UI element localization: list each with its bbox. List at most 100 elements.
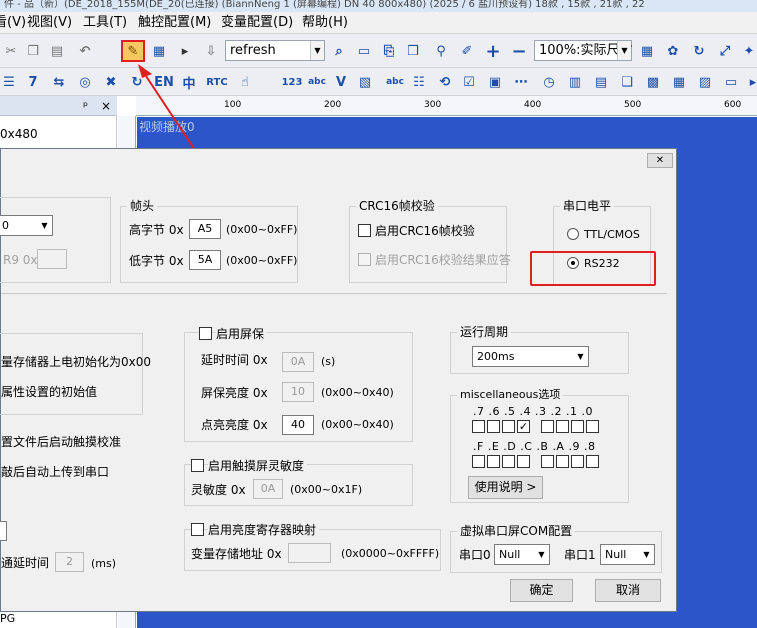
zoom-select[interactable]: 100%:实际尺寸 ▼	[534, 40, 633, 61]
page-icon[interactable]: ▸	[176, 42, 194, 60]
clock-icon[interactable]: ◷	[540, 73, 558, 91]
delay-time-input[interactable]: 0A	[282, 352, 314, 372]
export-icon[interactable]: ⎘	[380, 42, 398, 60]
tools-icon[interactable]: ✖	[102, 73, 120, 91]
low-byte-input[interactable]: 5A	[189, 250, 221, 270]
lock-icon[interactable]: ▨	[696, 73, 714, 91]
misc-bit-checkbox[interactable]	[502, 420, 515, 433]
block-icon[interactable]: ▤	[592, 73, 610, 91]
misc-bit-checkbox[interactable]	[472, 455, 485, 468]
color-icon[interactable]: ✿	[664, 42, 682, 60]
port0-select[interactable]: Null ▼	[494, 544, 550, 565]
misc-bit-checkbox[interactable]	[502, 455, 515, 468]
misc-bit-checkbox[interactable]	[472, 420, 485, 433]
menu-view-partial[interactable]: 看(V)	[0, 15, 26, 31]
port1-select[interactable]: Null ▼	[600, 544, 655, 565]
download-icon[interactable]: ⇩	[202, 42, 220, 60]
fit-icon[interactable]: ⤢	[716, 42, 734, 60]
slider-icon[interactable]: ⇆	[50, 73, 68, 91]
crc-ack-checkbox[interactable]	[358, 253, 371, 266]
calculator-icon[interactable]: ▦	[638, 42, 656, 60]
copy-icon[interactable]: ❐	[24, 42, 42, 60]
menu-view[interactable]: 视图(V)	[27, 15, 72, 31]
refresh-icon[interactable]: ↻	[690, 42, 708, 60]
text-input-icon[interactable]: abc	[384, 73, 406, 91]
high-byte-input[interactable]: A5	[189, 219, 221, 239]
brightness-addr-input[interactable]	[288, 543, 331, 563]
screen-icon[interactable]: ▭	[722, 73, 740, 91]
left-small-input[interactable]	[0, 521, 7, 541]
target-icon[interactable]: ◎	[76, 73, 94, 91]
tag-icon[interactable]: ❏	[618, 73, 636, 91]
find-icon[interactable]: ⌕	[330, 42, 348, 60]
picture-icon[interactable]: ▧	[356, 73, 374, 91]
ttl-radio[interactable]	[567, 228, 579, 240]
misc-bit-checkbox[interactable]	[586, 420, 599, 433]
panel-item[interactable]: 0x480	[0, 127, 38, 141]
menu-tools[interactable]: 工具(T)	[83, 15, 127, 31]
misc-bit-checkbox[interactable]	[571, 455, 584, 468]
screensaver-checkbox[interactable]	[199, 327, 212, 340]
delay-row-input[interactable]: 2	[55, 552, 84, 572]
grid-icon[interactable]: ▭	[355, 42, 373, 60]
scan-icon[interactable]: ▩	[644, 73, 662, 91]
number-icon[interactable]: 123	[280, 73, 304, 91]
var-icon[interactable]: V	[332, 73, 350, 91]
zoom-in-icon[interactable]: +	[484, 41, 502, 62]
misc-bit-checkbox[interactable]	[517, 455, 530, 468]
left-combo[interactable]: 0 ▼	[0, 215, 53, 236]
menu-variable-config[interactable]: 变量配置(D)	[221, 15, 293, 31]
usage-help-button[interactable]: 使用说明 >	[468, 476, 543, 499]
text-icon[interactable]: abc	[306, 73, 328, 91]
pin-icon[interactable]: ᵖ	[83, 99, 88, 113]
command-select[interactable]: refresh ▼	[225, 40, 325, 61]
checklist-icon[interactable]: ☑	[460, 73, 478, 91]
window-icon[interactable]: ❒	[404, 42, 422, 60]
run-period-select[interactable]: 200ms ▼	[472, 346, 589, 367]
brightness-map-checkbox[interactable]	[191, 523, 204, 536]
touch-icon[interactable]: ☝	[236, 73, 254, 91]
graph-icon[interactable]: ⋯	[512, 73, 530, 91]
rotate-icon[interactable]: ⟲	[436, 73, 454, 91]
cut-icon[interactable]: ✂	[2, 42, 20, 60]
image-icon[interactable]: ▣	[486, 73, 504, 91]
undo-icon[interactable]: ↶	[76, 42, 94, 60]
r9-input[interactable]	[37, 249, 67, 269]
cancel-button[interactable]: 取消	[595, 579, 661, 602]
more-icon[interactable]: ▸	[744, 73, 757, 91]
delay-row-unit: (ms)	[91, 557, 117, 570]
keyboard-icon[interactable]: ▦	[150, 42, 168, 60]
align-icon[interactable]: ☰	[0, 73, 18, 91]
on-brightness-input[interactable]: 40	[282, 415, 314, 435]
menu-help[interactable]: 帮助(H)	[302, 15, 348, 31]
frame-head-group: 帧头	[120, 199, 298, 283]
misc-bit-checkbox[interactable]: ✓	[517, 420, 530, 433]
saver-brightness-input[interactable]: 10	[282, 382, 314, 402]
paste-icon[interactable]: ▤	[48, 42, 66, 60]
crc-enable-label: 启用CRC16帧校验	[375, 224, 475, 238]
close-icon[interactable]: ×	[101, 99, 111, 113]
touch-sensitivity-checkbox[interactable]	[191, 459, 204, 472]
misc-bit-checkbox[interactable]	[556, 420, 569, 433]
bar-chart-icon[interactable]: ▥	[566, 73, 584, 91]
misc-bit-checkbox[interactable]	[541, 455, 554, 468]
menu-touch-config[interactable]: 触控配置(M)	[138, 15, 211, 31]
sensitivity-input[interactable]: 0A	[253, 479, 283, 499]
dialog-close-button[interactable]: ✕	[647, 153, 673, 168]
variable-icon[interactable]: 7	[24, 73, 42, 91]
misc-bit-checkbox[interactable]	[586, 455, 599, 468]
magic-wand-icon[interactable]: ✦	[740, 42, 757, 60]
ok-button[interactable]: 确定	[510, 579, 573, 602]
misc-bit-checkbox[interactable]	[487, 420, 500, 433]
misc-bit-checkbox[interactable]	[571, 420, 584, 433]
misc-bit-checkbox[interactable]	[487, 455, 500, 468]
list-icon[interactable]: ☷	[410, 73, 428, 91]
zoom-out-icon[interactable]: −	[510, 41, 528, 62]
misc-bit-checkbox[interactable]	[541, 420, 554, 433]
grid-widget-icon[interactable]: ▦	[670, 73, 688, 91]
eyedropper-icon[interactable]: ✐	[458, 42, 476, 60]
misc-bit-checkbox[interactable]	[556, 455, 569, 468]
touch-config-icon[interactable]: ✎	[121, 40, 145, 62]
crc-enable-checkbox[interactable]	[358, 224, 371, 237]
zoom-icon[interactable]: ⚲	[432, 42, 450, 60]
